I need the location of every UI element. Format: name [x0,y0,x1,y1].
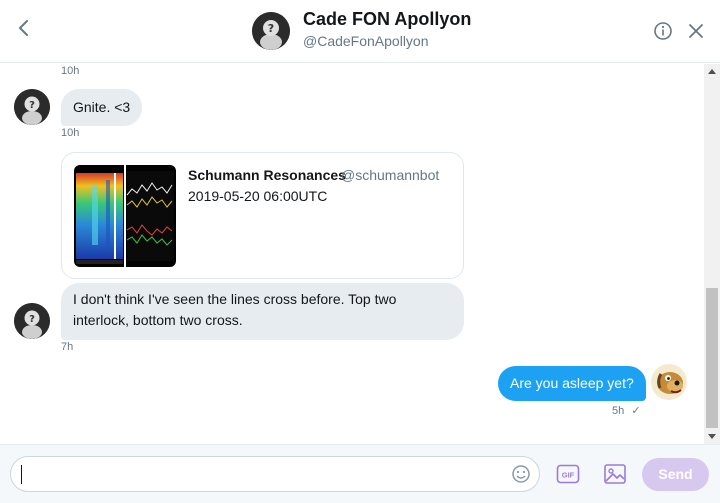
image-icon [604,464,626,484]
default-avatar-icon: ? [14,303,50,339]
back-button[interactable] [12,16,36,40]
message-input-container[interactable] [10,456,540,492]
tweet-author-name[interactable]: Schumann Resonances [188,167,346,183]
sent-time: 5h [612,405,625,417]
scrollbar-thumb[interactable] [706,288,718,428]
dog-avatar-icon [651,364,687,400]
text-cursor [21,465,22,484]
conversation-handle: @CadeFonApollyon [303,33,429,49]
media-button[interactable] [603,462,627,486]
gif-icon: GIF [556,464,580,484]
tweet-text: 2019-05-20 06:00UTC [188,188,328,204]
message-timestamp: 10h [61,127,80,139]
received-message-bubble[interactable]: I don't think I've seen the lines cross … [61,283,464,340]
tweet-author-handle[interactable]: @schumannbot [341,167,439,183]
received-message-bubble[interactable]: Gnite. <3 [61,89,143,126]
avatar[interactable]: ? [252,12,290,50]
info-button[interactable] [653,21,673,41]
avatar[interactable]: ? [14,303,50,339]
close-icon [689,24,703,38]
sent-message-bubble[interactable]: Are you asleep yet? [498,366,646,401]
emoji-button[interactable] [511,464,531,484]
gif-label: GIF [562,471,575,480]
emoji-icon [512,465,530,483]
message-list[interactable]: 10h ? Gnite. <3 10h Schumann Resonances … [0,64,704,444]
scroll-down-arrow-icon[interactable] [708,434,716,439]
chevron-left-icon [19,20,28,36]
message-composer: GIF Send [0,444,720,503]
svg-text:?: ? [268,22,274,35]
info-icon [654,22,672,40]
scroll-up-arrow-icon[interactable] [708,69,716,74]
conversation-title[interactable]: Cade FON Apollyon [303,9,471,30]
message-timestamp: 5h ✓ [612,404,641,417]
message-timestamp: 10h [61,65,80,77]
svg-text:?: ? [29,100,35,111]
gif-button[interactable]: GIF [556,462,580,486]
message-input[interactable] [25,463,505,485]
spectrogram-image [74,165,176,267]
message-list-scrollbar[interactable] [704,64,720,444]
avatar[interactable]: ? [14,89,50,125]
avatar[interactable] [651,364,687,400]
message-timestamp: 7h [61,341,74,353]
read-receipt-icon: ✓ [631,405,641,417]
conversation-header: ? Cade FON Apollyon @CadeFonApollyon [0,0,720,63]
tweet-media-thumbnail[interactable] [74,165,176,267]
svg-text:?: ? [29,314,35,325]
close-button[interactable] [686,21,706,41]
default-avatar-icon: ? [14,89,50,125]
shared-tweet-card[interactable]: Schumann Resonances @schumannbot 2019-05… [61,152,464,279]
send-button[interactable]: Send [642,458,709,491]
default-avatar-icon: ? [252,12,290,50]
dm-window: ? Cade FON Apollyon @CadeFonApollyon 10h [0,0,720,503]
